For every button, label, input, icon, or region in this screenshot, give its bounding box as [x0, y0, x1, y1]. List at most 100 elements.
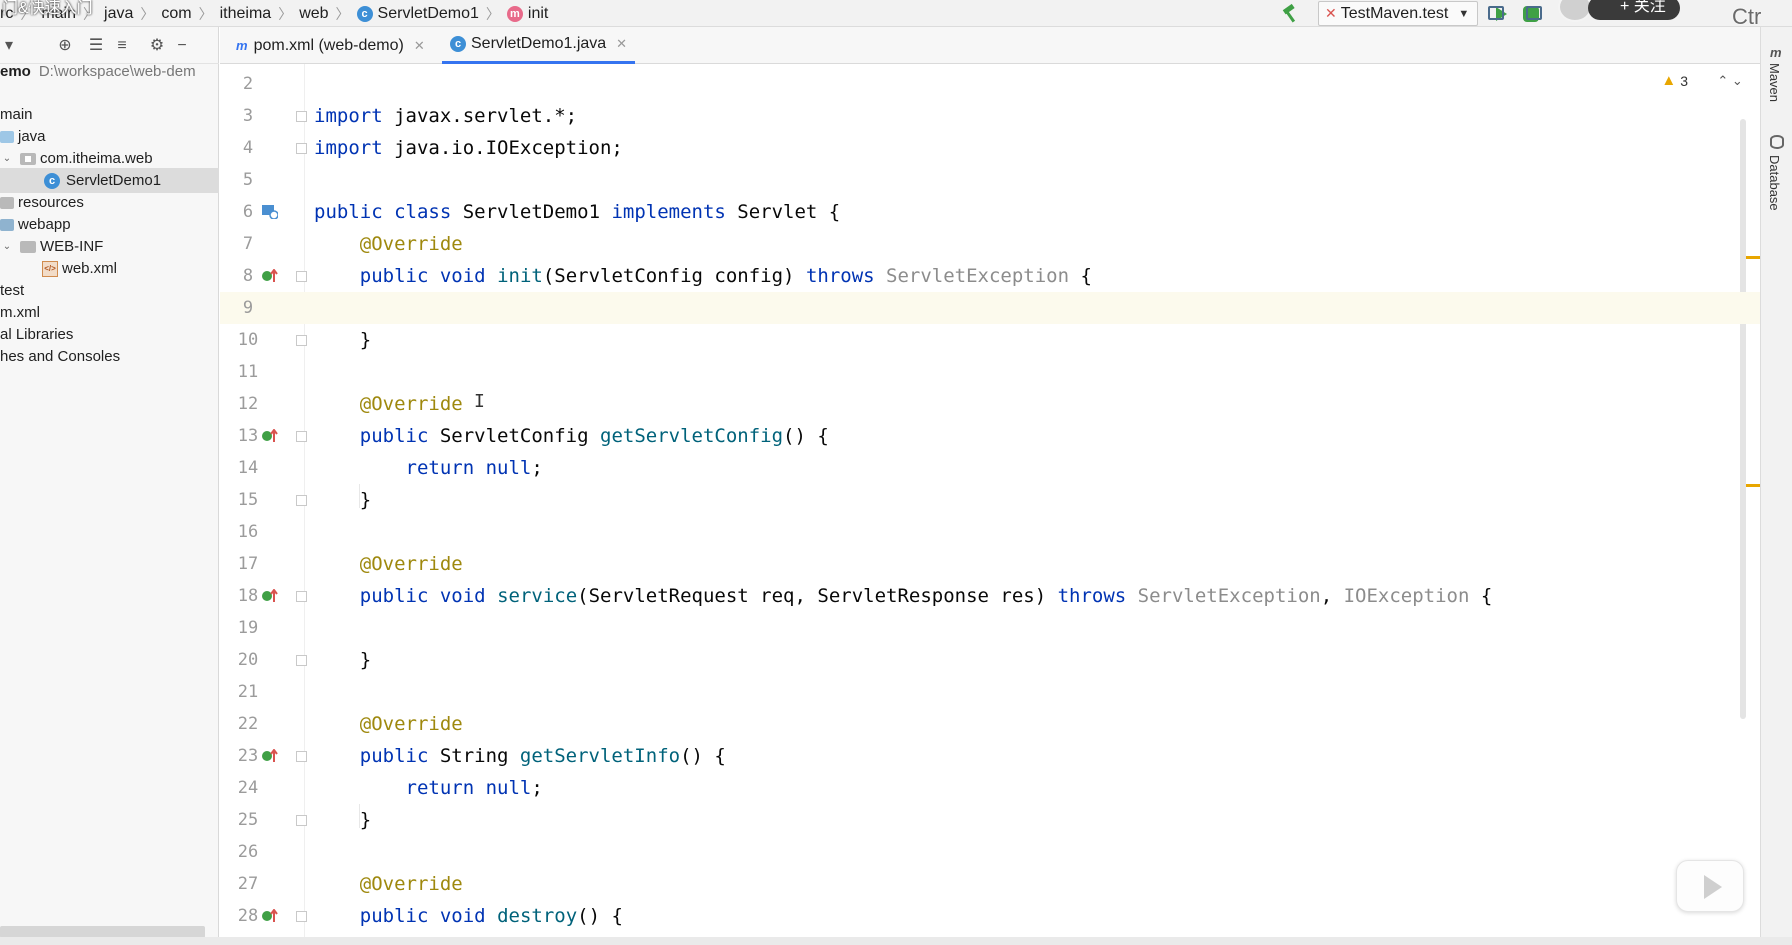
code-line: 20 } — [220, 644, 1760, 676]
run-configuration-select[interactable]: ✕ TestMaven.test ▼ — [1318, 1, 1479, 26]
breadcrumb-method-label: init — [527, 5, 549, 22]
override-method-icon[interactable] — [262, 749, 278, 763]
web-folder-icon — [0, 218, 14, 231]
code-line: 26 — [220, 836, 1760, 868]
code-text: public void destroy() { — [359, 905, 623, 927]
code-line: 14 return null; — [220, 452, 1760, 484]
line-number: 26 — [237, 842, 259, 862]
code-line: 15 } — [220, 484, 1760, 516]
project-sidebar: ▾ ⊕ ☰ ≡ ⚙ − emo D:\workspace\web-dem mai… — [0, 27, 219, 945]
breadcrumb-item[interactable]: java — [104, 5, 133, 23]
implementations-icon[interactable] — [262, 205, 278, 219]
package-icon — [20, 152, 36, 165]
locate-target-icon[interactable]: ⊕ — [56, 37, 74, 55]
code-text: @Override — [359, 553, 463, 575]
override-method-icon[interactable] — [262, 589, 278, 603]
code-text: import javax.servlet.*; — [314, 105, 578, 127]
code-text: public void service(ServletRequest req, … — [359, 585, 1493, 607]
chevron-down-icon[interactable]: ⌄ — [0, 153, 14, 164]
indent-guide — [359, 484, 360, 508]
line-number: 3 — [242, 106, 254, 126]
gear-icon[interactable]: ⚙ — [148, 37, 166, 55]
code-line: 25 } — [220, 804, 1760, 836]
fold-marker[interactable] — [296, 591, 307, 602]
uploader-avatar[interactable] — [1558, 0, 1592, 22]
status-strip — [0, 937, 1792, 945]
breadcrumb-item-class[interactable]: c ServletDemo1 — [356, 5, 479, 23]
breadcrumb-separator: 〉 — [140, 6, 155, 22]
code-text: } — [359, 489, 372, 511]
resources-folder-icon — [0, 196, 14, 209]
tree-item-project-root[interactable]: emo D:\workspace\web-dem — [0, 59, 219, 84]
class-icon: c — [44, 172, 60, 189]
tree-item-scratches[interactable]: hes and Consoles — [0, 344, 219, 369]
project-path: D:\workspace\web-dem — [38, 63, 196, 80]
fold-marker[interactable] — [296, 335, 307, 346]
editor-tabs: m pom.xml (web-demo) ✕ c ServletDemo1.ja… — [220, 27, 1760, 64]
fold-marker[interactable] — [296, 815, 307, 826]
tree-item-label: webapp — [18, 216, 71, 233]
breadcrumb-item[interactable]: itheima — [220, 5, 272, 23]
tree-item-label: main — [0, 106, 33, 123]
fold-marker[interactable] — [296, 655, 307, 666]
tree-item-label: web.xml — [62, 260, 118, 277]
code-text: } — [359, 649, 372, 671]
code-editor[interactable]: ▲ 3 ⌃ ⌄ 2 3 import javax.servlet.*; 4 im… — [220, 64, 1760, 945]
code-line: 10 } — [220, 324, 1760, 356]
line-number: 11 — [237, 362, 259, 382]
expand-all-icon[interactable]: ☰ — [87, 37, 105, 55]
database-tool-button[interactable]: Database — [1767, 155, 1782, 211]
indent-guide — [359, 804, 360, 828]
fold-marker[interactable] — [296, 911, 307, 922]
fold-marker[interactable] — [296, 271, 307, 282]
override-method-icon[interactable] — [262, 429, 278, 443]
fold-marker[interactable] — [296, 143, 307, 154]
collapse-all-icon[interactable]: ≡ — [113, 37, 131, 55]
tree-item-label: com.itheima.web — [40, 150, 153, 167]
code-line: 7 @Override — [220, 228, 1760, 260]
window-icon[interactable] — [1526, 6, 1542, 20]
override-method-icon[interactable] — [262, 909, 278, 923]
fold-marker[interactable] — [296, 111, 307, 122]
code-line: 27 @Override — [220, 868, 1760, 900]
line-number: 5 — [242, 170, 254, 190]
code-text: return null; — [405, 457, 543, 479]
code-text: import java.io.IOException; — [314, 137, 623, 159]
xml-file-icon: </> — [42, 260, 58, 277]
video-play-button[interactable] — [1676, 860, 1744, 912]
code-line: 4 import java.io.IOException; — [220, 132, 1760, 164]
line-number: 21 — [237, 682, 259, 702]
chevron-down-icon[interactable]: ⌄ — [0, 241, 14, 252]
tab-servletdemo1[interactable]: c ServletDemo1.java ✕ — [442, 27, 636, 64]
close-icon[interactable]: ✕ — [414, 38, 425, 54]
tree-item-label: emo — [0, 63, 31, 80]
code-line: 28 public void destroy() { — [220, 900, 1760, 932]
breadcrumb-item[interactable]: web — [299, 5, 328, 23]
code-line: 12 @Override I — [220, 388, 1760, 420]
config-error-icon: ✕ — [1325, 5, 1337, 21]
fold-marker[interactable] — [296, 751, 307, 762]
fold-marker[interactable] — [296, 495, 307, 506]
breadcrumb-item[interactable]: com — [161, 5, 191, 23]
line-number: 24 — [237, 778, 259, 798]
maven-tool-button[interactable]: Maven — [1767, 63, 1782, 102]
folder-icon — [20, 240, 36, 253]
line-number: 2 — [242, 74, 254, 94]
line-number: 9 — [242, 298, 254, 318]
follow-button[interactable]: + 关注 — [1588, 0, 1680, 20]
hide-panel-icon[interactable]: − — [173, 37, 191, 55]
project-structure-icon[interactable] — [1488, 6, 1504, 20]
breadcrumb-separator: 〉 — [485, 6, 500, 22]
fold-marker[interactable] — [296, 431, 307, 442]
breadcrumb-item-method[interactable]: m init — [506, 5, 549, 23]
override-method-icon[interactable] — [262, 269, 278, 283]
line-number: 4 — [242, 138, 254, 158]
close-icon[interactable]: ✕ — [616, 36, 627, 52]
tab-pom-xml[interactable]: m pom.xml (web-demo) ✕ — [228, 27, 433, 64]
build-hammer-icon[interactable] — [1280, 3, 1302, 25]
code-line: 8 public void init(ServletConfig config)… — [220, 260, 1760, 292]
code-line: 3 import javax.servlet.*; — [220, 100, 1760, 132]
play-icon — [1704, 875, 1722, 899]
chevron-down-icon[interactable]: ▾ — [0, 37, 18, 55]
code-line: 11 — [220, 356, 1760, 388]
